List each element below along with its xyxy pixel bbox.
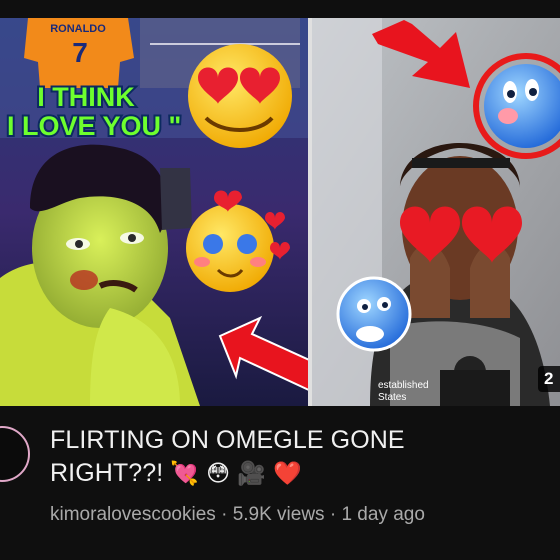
flushed-face-emoji: 😳 xyxy=(206,461,231,487)
video-thumbnail[interactable]: RONALDO 7 I THINK " I LOVE YOU " establi… xyxy=(0,18,560,406)
right-panel: established States xyxy=(312,18,560,406)
movie-camera-emoji: 🎥 xyxy=(237,461,267,487)
caption-line2: " I LOVE YOU " xyxy=(0,111,181,141)
video-title[interactable]: FLIRTING ON OMEGLE GONE RIGHT??! 💘 😳 🎥 ❤… xyxy=(50,424,550,491)
channel-avatar[interactable] xyxy=(0,426,30,482)
left-panel: RONALDO 7 I THINK " I LOVE YOU " xyxy=(0,18,342,406)
top-bar xyxy=(0,0,560,18)
heart-eyes-emoji xyxy=(188,44,292,148)
channel-name[interactable]: kimoralovescookies xyxy=(50,504,216,525)
video-meta: FLIRTING ON OMEGLE GONE RIGHT??! 💘 😳 🎥 ❤… xyxy=(0,406,560,560)
overlay-text-1: established xyxy=(378,380,429,391)
video-subtitle: kimoralovescookies · 5.9K views · 1 day … xyxy=(50,502,425,528)
view-count: 5.9K views xyxy=(232,504,325,525)
title-line2: RIGHT??! 💘 😳 🎥 ❤️ xyxy=(50,457,550,491)
ringed-emoji xyxy=(473,53,560,159)
duration-badge: 2 xyxy=(538,366,560,392)
panel-divider xyxy=(308,18,312,406)
jersey-text: RONALDO xyxy=(50,23,106,35)
thinking-emoji xyxy=(336,276,412,352)
cupid-heart-emoji: 💘 xyxy=(170,461,200,487)
overlay-text-2: States xyxy=(378,392,406,403)
caption-line1: I THINK xyxy=(37,82,135,112)
red-heart-emoji: ❤️ xyxy=(273,461,302,487)
title-line1: FLIRTING ON OMEGLE GONE xyxy=(50,426,405,454)
upload-age: 1 day ago xyxy=(341,504,425,525)
thumbnail-art: RONALDO 7 I THINK " I LOVE YOU " establi… xyxy=(0,18,560,406)
jersey-image: RONALDO 7 xyxy=(24,18,134,88)
title-line2-text: RIGHT??! xyxy=(50,459,164,487)
separator: · xyxy=(221,504,228,525)
jersey-number: 7 xyxy=(72,37,88,68)
separator: · xyxy=(329,504,337,525)
